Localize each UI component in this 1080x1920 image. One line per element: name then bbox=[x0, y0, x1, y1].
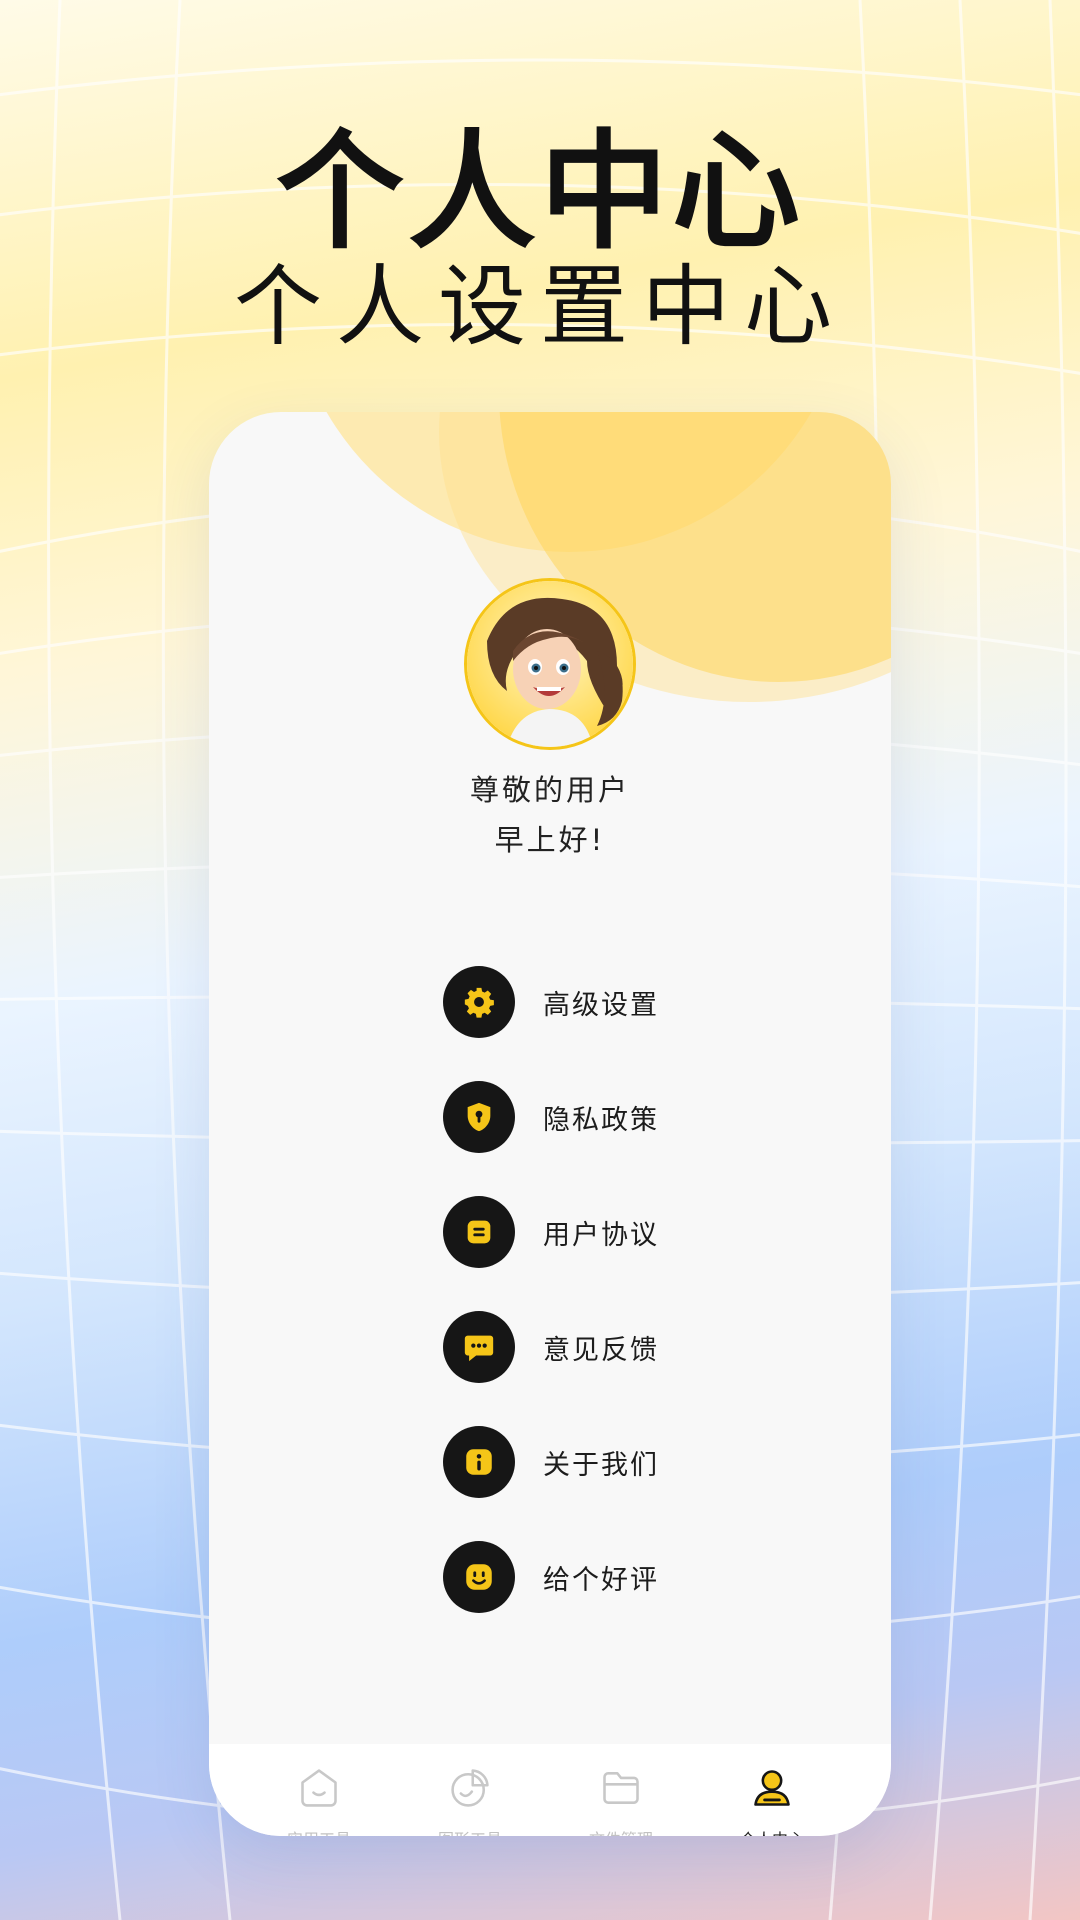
page-subheadline: 个人设置中心 bbox=[233, 255, 846, 358]
tab-graphic-tools[interactable]: 图形工具 bbox=[395, 1744, 545, 1836]
pie-chart-icon bbox=[451, 1769, 489, 1807]
bottom-tab-bar: 实用工具 图形工具 文件管理 个人中心 bbox=[209, 1744, 891, 1836]
menu-item-user-agreement[interactable]: 用户协议 bbox=[443, 1195, 743, 1269]
tab-label: 实用工具 bbox=[244, 1826, 394, 1836]
shield-lock-icon bbox=[467, 1102, 491, 1132]
document-icon bbox=[467, 1220, 491, 1244]
greeting-text: 早上好! bbox=[494, 823, 606, 857]
user-name: 尊敬的用户 bbox=[469, 773, 630, 807]
user-icon bbox=[754, 1770, 790, 1806]
gear-icon bbox=[464, 987, 494, 1018]
smile-icon bbox=[466, 1564, 492, 1590]
tab-utility-tools[interactable]: 实用工具 bbox=[244, 1744, 394, 1836]
menu-item-label: 隐私政策 bbox=[543, 1104, 659, 1136]
menu-item-label: 给个好评 bbox=[543, 1564, 659, 1596]
menu-item-advanced-settings[interactable]: 高级设置 bbox=[443, 965, 743, 1039]
menu-item-label: 意见反馈 bbox=[543, 1334, 659, 1366]
menu-item-feedback[interactable]: 意见反馈 bbox=[443, 1310, 743, 1384]
phone-screen: 尊敬的用户 早上好! 高级设置 隐私政策 用户协议 意见反馈 关于我们 给个好评 bbox=[209, 412, 891, 1836]
menu-item-label: 高级设置 bbox=[543, 989, 659, 1021]
tab-personal-center[interactable]: 个人中心 bbox=[697, 1744, 847, 1836]
menu-item-rate-us[interactable]: 给个好评 bbox=[443, 1540, 743, 1614]
menu-item-privacy-policy[interactable]: 隐私政策 bbox=[443, 1080, 743, 1154]
tab-file-management[interactable]: 文件管理 bbox=[546, 1744, 696, 1836]
tab-label: 个人中心 bbox=[697, 1826, 847, 1836]
menu-item-label: 用户协议 bbox=[543, 1219, 659, 1251]
home-icon bbox=[301, 1769, 337, 1807]
tab-label: 文件管理 bbox=[546, 1826, 696, 1836]
folder-icon bbox=[603, 1772, 639, 1804]
avatar[interactable] bbox=[464, 578, 636, 750]
menu-item-label: 关于我们 bbox=[543, 1449, 659, 1481]
tab-label: 图形工具 bbox=[395, 1826, 545, 1836]
info-icon bbox=[466, 1449, 492, 1475]
menu-item-about-us[interactable]: 关于我们 bbox=[443, 1425, 743, 1499]
chat-bubble-icon bbox=[464, 1335, 494, 1362]
